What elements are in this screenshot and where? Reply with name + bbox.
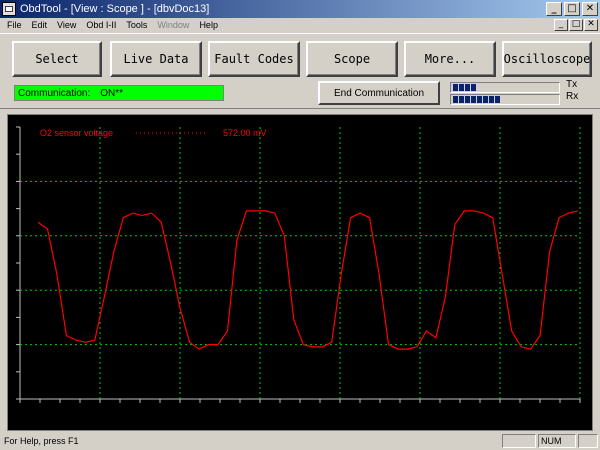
rx-level-block <box>471 96 476 103</box>
minimize-button[interactable]: _ <box>546 2 562 16</box>
scope-button[interactable]: Scope <box>306 41 398 77</box>
rx-level-block <box>489 96 494 103</box>
communication-status: Communication: ON** <box>14 85 224 101</box>
signal-name: O2 sensor voltage <box>40 128 113 138</box>
tx-label: Tx <box>566 79 578 90</box>
title-bar: ObdTool - [View : Scope ] - [dbvDoc13] _… <box>0 0 600 18</box>
maximize-button[interactable]: □ <box>564 2 580 16</box>
signal-value: 572.00 mV <box>223 128 267 138</box>
scope-plot: O2 sensor voltage 572.00 mV <box>16 126 581 403</box>
status-bar: For Help, press F1 NUM <box>0 432 600 450</box>
doc-close-button[interactable]: ✕ <box>584 19 598 31</box>
status-pane-3 <box>578 434 598 448</box>
app-icon[interactable] <box>2 2 16 16</box>
menu-window: Window <box>157 20 190 30</box>
doc-minimize-button[interactable]: _ <box>554 19 568 31</box>
status-help-text: For Help, press F1 <box>4 436 79 446</box>
doc-restore-button[interactable]: □ <box>569 19 583 31</box>
rx-level-block <box>465 96 470 103</box>
communication-label: Communication: <box>18 87 91 99</box>
end-communication-button[interactable]: End Communication <box>318 81 440 105</box>
rx-level-block <box>495 96 500 103</box>
menu-view[interactable]: View <box>52 20 81 30</box>
scope-display[interactable]: O2 sensor voltage 572.00 mV <box>7 114 593 431</box>
status-num: NUM <box>538 434 576 448</box>
menu-file[interactable]: File <box>2 20 27 30</box>
fault-codes-button[interactable]: Fault Codes <box>208 41 300 77</box>
rx-level-block <box>477 96 482 103</box>
menu-tools[interactable]: Tools <box>121 20 152 30</box>
rx-level-block <box>459 96 464 103</box>
live-data-button[interactable]: Live Data <box>110 41 202 77</box>
menu-obd[interactable]: Obd I-II <box>81 20 121 30</box>
menu-help[interactable]: Help <box>194 20 223 30</box>
rx-level-block <box>453 96 458 103</box>
tx-level-block <box>459 84 464 91</box>
trace-line <box>37 210 579 350</box>
tx-level-block <box>465 84 470 91</box>
rx-level-block <box>483 96 488 103</box>
select-button[interactable]: Select <box>12 41 102 77</box>
menu-bar: File Edit View Obd I-II Tools Window Hel… <box>0 18 600 32</box>
more-button[interactable]: More... <box>404 41 496 77</box>
status-pane-1 <box>502 434 536 448</box>
toolbar-panel: Select Live Data Fault Codes Scope More.… <box>0 33 600 109</box>
menu-edit[interactable]: Edit <box>27 20 53 30</box>
tx-level-block <box>471 84 476 91</box>
close-button[interactable]: ✕ <box>582 2 598 16</box>
rx-meter <box>450 94 560 105</box>
tx-meter <box>450 82 560 93</box>
communication-value: ON** <box>100 87 124 99</box>
rx-label: Rx <box>566 91 579 102</box>
tx-level-block <box>453 84 458 91</box>
window-title: ObdTool - [View : Scope ] - [dbvDoc13] <box>20 3 210 15</box>
oscilloscope-button[interactable]: Oscilloscope <box>502 41 592 77</box>
